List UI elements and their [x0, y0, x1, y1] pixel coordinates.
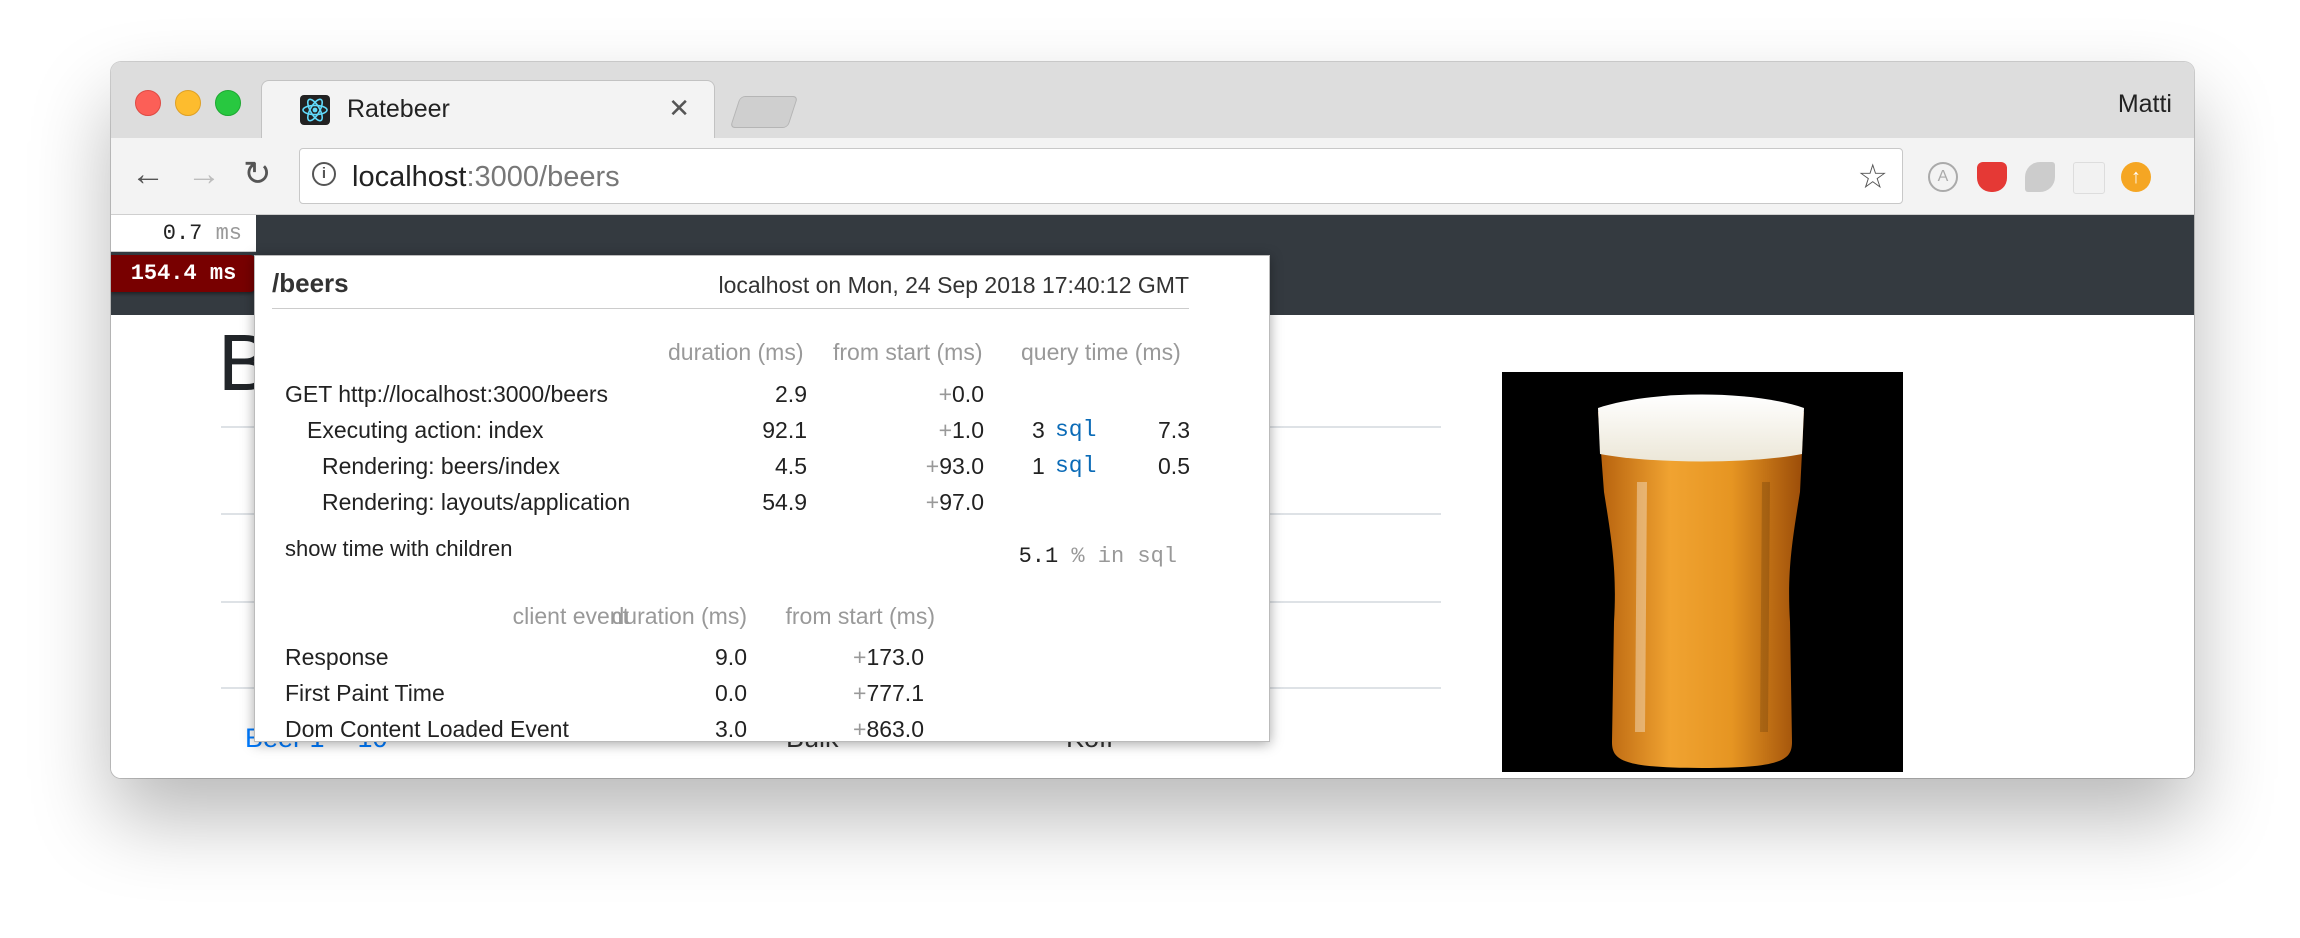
timing-row-duration: 4.5 [775, 453, 807, 479]
extension-a-icon[interactable]: A [1928, 162, 1958, 192]
client-column-header-duration: duration (ms) [611, 603, 747, 629]
tab-ratebeer[interactable]: Ratebeer ✕ [261, 80, 715, 139]
url-host: localhost [352, 161, 467, 193]
client-event-duration: 9.0 [715, 644, 747, 670]
beer-glass-image [1502, 372, 1903, 772]
address-bar[interactable]: i localhost:3000/beers ☆ [299, 148, 1903, 204]
new-tab-button[interactable] [729, 96, 799, 128]
extension-note-icon[interactable] [2073, 162, 2105, 194]
forward-arrow-icon[interactable]: → [187, 156, 221, 192]
profile-name[interactable]: Matti [2118, 90, 2172, 119]
sql-percentage-suffix: % in sql [1071, 544, 1177, 569]
profiler-result-button[interactable]: 0.7 ms [111, 215, 256, 252]
profiler-result-unit: ms [215, 221, 242, 246]
column-header-duration: duration (ms) [668, 339, 804, 365]
query-time: 0.5 [1158, 453, 1190, 479]
sql-percentage-value: 5.1 [1018, 544, 1059, 569]
bookmark-star-icon[interactable]: ☆ [1858, 157, 1888, 197]
timing-row-name[interactable]: Rendering: beers/index [322, 453, 560, 480]
client-column-header-from-start: from start (ms) [785, 603, 936, 629]
plus-sign: + [938, 417, 953, 443]
client-event-from-start-value: 777.1 [866, 680, 924, 706]
query-time: 7.3 [1158, 417, 1190, 443]
extension-update-icon[interactable]: ↑ [2121, 162, 2151, 192]
client-event-from-start: +863.0 [784, 716, 924, 742]
browser-toolbar: ← → ↻ i localhost:3000/beers ☆ A ↑ [111, 138, 2194, 215]
tab-close-icon[interactable]: ✕ [668, 93, 690, 124]
zoom-window-button[interactable] [215, 90, 241, 116]
timing-row-name[interactable]: Executing action: index [307, 417, 544, 444]
timing-row-from-start: +97.0 [844, 489, 984, 516]
client-event-duration: 3.0 [715, 716, 747, 742]
client-event-name: Response [285, 644, 389, 670]
timing-row-from-start-value: 93.0 [939, 453, 984, 479]
close-window-button[interactable] [135, 90, 161, 116]
client-column-header-event: client event [512, 603, 629, 629]
timing-row-from-start: +1.0 [844, 417, 984, 444]
page-content: B Beer 1 -- 10 Bulk Koff [111, 215, 2194, 778]
timing-row-duration: 92.1 [762, 417, 807, 443]
info-icon[interactable]: i [312, 162, 336, 186]
url-text[interactable]: localhost:3000/beers [352, 161, 620, 194]
timing-row-from-start: +93.0 [844, 453, 984, 480]
profiler-result-value: 0.7 [162, 221, 203, 246]
url-path: :3000/beers [466, 161, 620, 193]
client-event-from-start: +777.1 [784, 680, 924, 707]
browser-window: Ratebeer ✕ Matti ← → ↻ i localhost:3000/… [111, 62, 2194, 778]
timing-row-name[interactable]: Rendering: layouts/application [322, 489, 630, 516]
plus-sign: + [938, 381, 953, 407]
profiler-active-result-button[interactable]: 154.4 ms [111, 255, 256, 292]
timing-row-from-start-value: 97.0 [939, 489, 984, 515]
timing-row-name[interactable]: GET http://localhost:3000/beers [285, 381, 608, 408]
tab-strip: Ratebeer ✕ Matti [111, 62, 2194, 139]
profiler-title: /beers [272, 268, 349, 298]
sql-count: 1 [1032, 453, 1045, 479]
react-favicon-icon [300, 95, 330, 125]
profiler-host-info: localhost on Mon, 24 Sep 2018 17:40:12 G… [718, 272, 1189, 298]
client-event-from-start: +173.0 [784, 644, 924, 671]
client-event-duration: 0.0 [715, 680, 747, 706]
plus-sign: + [925, 453, 940, 479]
client-event-from-start-value: 863.0 [866, 716, 924, 742]
extension-leaf-icon[interactable] [2025, 162, 2055, 192]
timing-row-duration: 54.9 [762, 489, 807, 515]
sql-count: 3 [1032, 417, 1045, 443]
profiler-title-divider [272, 308, 1189, 309]
show-time-with-children-toggle[interactable]: show time with children [285, 536, 512, 562]
back-arrow-icon[interactable]: ← [131, 156, 165, 192]
plus-sign: + [853, 716, 867, 742]
minimize-window-button[interactable] [175, 90, 201, 116]
profiler-popup: /beers localhost on Mon, 24 Sep 2018 17:… [254, 255, 1270, 742]
tab-title: Ratebeer [347, 95, 450, 123]
timing-row-from-start: +0.0 [844, 381, 984, 408]
extension-shield-icon[interactable] [1977, 162, 2007, 192]
column-header-from-start: from start (ms) [833, 339, 983, 365]
sql-link[interactable]: sql [1055, 417, 1096, 443]
client-event-name: Dom Content Loaded Event [285, 716, 569, 742]
timing-row-duration: 2.9 [775, 381, 807, 407]
timing-row-from-start-value: 1.0 [952, 417, 984, 443]
sql-link[interactable]: sql [1055, 453, 1096, 479]
timing-row-from-start-value: 0.0 [952, 381, 984, 407]
sql-percentage: 5.1 % in sql [1019, 544, 1177, 569]
plus-sign: + [925, 489, 940, 515]
plus-sign: + [853, 680, 867, 706]
column-header-query-time: query time (ms) [1021, 339, 1181, 365]
plus-sign: + [853, 644, 867, 670]
client-event-from-start-value: 173.0 [866, 644, 924, 670]
client-event-name: First Paint Time [285, 680, 445, 706]
reload-icon[interactable]: ↻ [243, 156, 272, 192]
